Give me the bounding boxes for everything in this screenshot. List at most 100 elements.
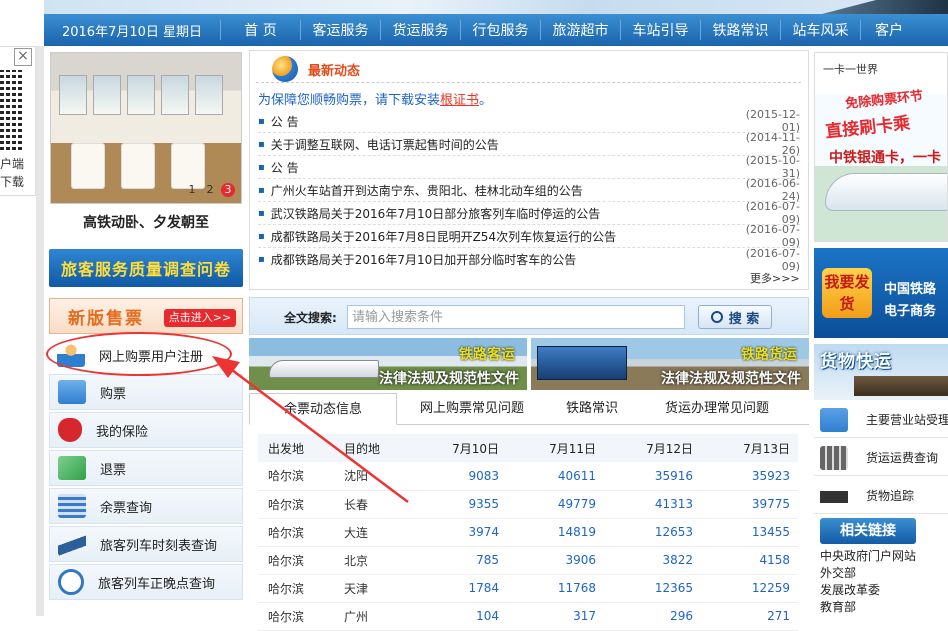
freight-law-banner[interactable]: 铁路货运 法律法规及规范性文件	[531, 338, 809, 390]
close-icon[interactable]: ×	[14, 48, 32, 66]
menu-refund[interactable]: 退票	[49, 450, 243, 486]
news-item[interactable]: ▪ 成都铁路局关于2016年7月10日加开部分临时客车的公告 (2016-07-09…	[258, 246, 800, 273]
news-item[interactable]: ▪ 武汉铁路局关于2016年7月10日部分旅客列车临时停运的公告 (2016-07-…	[258, 200, 800, 226]
news-item[interactable]: ▪ 广州火车站首开到达南宁东、贵阳北、桂林北动车组的公告 (2016-06-24)	[258, 177, 800, 203]
nav-station-style[interactable]: 站车风采	[780, 20, 860, 40]
qr-code-pattern	[0, 70, 22, 150]
cell-count[interactable]: 13455	[701, 518, 798, 547]
slide-dot-1[interactable]: 1	[185, 183, 199, 197]
news-item[interactable]: ▪ 成都铁路局关于2016年7月8日昆明开Z54次列车恢复运行的公告 (2016-0…	[258, 223, 800, 249]
qr-caption-2: 下载	[0, 175, 25, 189]
related-link[interactable]: 教育部	[820, 599, 916, 616]
cell-count[interactable]: 271	[701, 602, 798, 631]
cell-count[interactable]: 296	[604, 602, 701, 631]
banner-subtitle: 法律法规及规范性文件	[379, 371, 519, 387]
tab-remaining-tickets[interactable]: 余票动态信息	[249, 393, 397, 425]
cell-count[interactable]: 39775	[701, 490, 798, 519]
news-item-title[interactable]: 广州火车站首开到达南宁东、贵阳北、桂林北动车组的公告	[271, 182, 730, 199]
related-link[interactable]: 发展改革委	[820, 582, 916, 599]
news-more-link[interactable]: 更多>>>	[750, 270, 800, 286]
nav-station-guide[interactable]: 车站引导	[620, 20, 700, 40]
train-image	[825, 173, 947, 211]
cell-count[interactable]: 12653	[604, 518, 701, 547]
cell-count[interactable]: 785	[410, 546, 507, 575]
cell-count[interactable]: 40611	[507, 462, 604, 491]
bullet-icon: ▪	[258, 254, 265, 265]
nav-travel-market[interactable]: 旅游超市	[540, 20, 620, 40]
nav-passenger-service[interactable]: 客运服务	[300, 20, 380, 40]
news-item[interactable]: ▪ 关于调整互联网、电话订票起售时间的公告 (2014-11-26)	[258, 131, 800, 157]
root-cert-link[interactable]: 根证书	[440, 93, 479, 108]
cell-count[interactable]: 14819	[507, 518, 604, 547]
slideshow-caption[interactable]: 高铁动卧、夕发朝至	[50, 212, 242, 232]
cell-count[interactable]: 3974	[410, 518, 507, 547]
passenger-law-banner[interactable]: 铁路客运 法律法规及规范性文件	[249, 338, 527, 390]
menu-timetable[interactable]: 旅客列车时刻表查询	[49, 526, 243, 562]
related-link[interactable]: 外交部	[820, 565, 916, 582]
page-gutter	[36, 46, 44, 616]
menu-delay-query[interactable]: 旅客列车正晚点查询	[49, 564, 243, 600]
news-item-date: (2016-07-09)	[745, 223, 800, 249]
slideshow-image[interactable]: 1 2 3	[50, 52, 242, 204]
tab-freight-faq[interactable]: 货运办理常见问题	[637, 393, 797, 425]
cell-count[interactable]: 104	[410, 602, 507, 631]
cell-count[interactable]: 317	[507, 602, 604, 631]
nav-freight-service[interactable]: 货运服务	[380, 20, 460, 40]
related-link[interactable]: 中央政府门户网站	[820, 548, 916, 565]
cell-count[interactable]: 35923	[701, 462, 798, 491]
cell-count[interactable]: 12365	[604, 574, 701, 603]
slide-dot-3[interactable]: 3	[221, 183, 235, 197]
menu-buy-ticket[interactable]: 购票	[49, 374, 243, 410]
nav-home[interactable]: 首 页	[220, 20, 300, 40]
train-timetable-icon	[58, 532, 86, 556]
new-ticket-enter-button[interactable]: 点击进入>>	[164, 309, 236, 327]
cell-count[interactable]: 41313	[604, 490, 701, 519]
link-main-stations[interactable]: 主要营业站受理	[814, 402, 948, 438]
banner-tag: 铁路货运	[741, 347, 797, 363]
news-item-title[interactable]: 公 告	[271, 159, 730, 176]
slide-dot-2[interactable]: 2	[203, 183, 217, 197]
search-button-label: 搜 索	[728, 311, 760, 327]
freight-express-ad[interactable]: 货物快运	[814, 344, 948, 400]
railway-card-ad[interactable]: 一卡一世界 免除购票环节 直接刷卡乘 中铁银通卡，一卡	[814, 52, 948, 242]
nav-railway-knowledge[interactable]: 铁路常识	[700, 20, 780, 40]
nav-client[interactable]: 客户	[860, 20, 920, 40]
news-item-title[interactable]: 成都铁路局关于2016年7月8日昆明开Z54次列车恢复运行的公告	[271, 228, 730, 245]
news-item-title[interactable]: 关于调整互联网、电话订票起售时间的公告	[271, 136, 730, 153]
railway-card-slogan-main: 直接刷卡乘	[824, 113, 912, 143]
cell-destination: 天津	[334, 574, 410, 603]
cell-count[interactable]: 4158	[701, 546, 798, 575]
search-input[interactable]	[347, 305, 685, 329]
new-ticket-banner[interactable]: 新版售票 点击进入>>	[49, 298, 243, 334]
link-freight-tracking[interactable]: 货物追踪	[814, 478, 948, 514]
cell-count[interactable]: 1784	[410, 574, 507, 603]
cell-count[interactable]: 3906	[507, 546, 604, 575]
survey-button[interactable]: 旅客服务质量调查问卷	[49, 249, 243, 287]
news-item[interactable]: ▪ 公 告 (2015-12-01)	[258, 108, 800, 134]
news-item-title[interactable]: 武汉铁路局关于2016年7月10日部分旅客列车临时停运的公告	[271, 205, 730, 222]
divider	[256, 82, 801, 83]
table-row: 哈尔滨 沈阳 9083 40611 35916 35923	[258, 462, 798, 491]
tab-railway-knowledge[interactable]: 铁路常识	[547, 393, 637, 425]
cell-count[interactable]: 12259	[701, 574, 798, 603]
menu-remaining-tickets[interactable]: 余票查询	[49, 488, 243, 524]
news-item-title[interactable]: 公 告	[271, 113, 730, 130]
tab-buying-faq[interactable]: 网上购票常见问题	[397, 393, 547, 425]
cell-count[interactable]: 11768	[507, 574, 604, 603]
news-item-date: (2016-07-09)	[745, 246, 800, 273]
cert-notice-end: 。	[479, 93, 493, 108]
cell-count[interactable]: 9355	[410, 490, 507, 519]
link-freight-fee[interactable]: 货运运费查询	[814, 440, 948, 476]
nav-luggage-service[interactable]: 行包服务	[460, 20, 540, 40]
cell-count[interactable]: 9083	[410, 462, 507, 491]
search-button[interactable]: 搜 索	[698, 305, 772, 329]
news-item[interactable]: ▪ 公 告 (2015-10-31)	[258, 154, 800, 180]
cell-count[interactable]: 49779	[507, 490, 604, 519]
ecommerce-ship-ad[interactable]: 我要发货 中国铁路 电子商务	[814, 248, 948, 338]
cell-count[interactable]: 35916	[604, 462, 701, 491]
cell-origin: 哈尔滨	[258, 574, 334, 603]
menu-insurance[interactable]: 我的保险	[49, 412, 243, 448]
table-header-row: 出发地 目的地 7月10日 7月11日 7月12日 7月13日	[258, 434, 798, 462]
news-item-title[interactable]: 成都铁路局关于2016年7月10日加开部分临时客车的公告	[271, 251, 730, 268]
cell-count[interactable]: 3822	[604, 546, 701, 575]
